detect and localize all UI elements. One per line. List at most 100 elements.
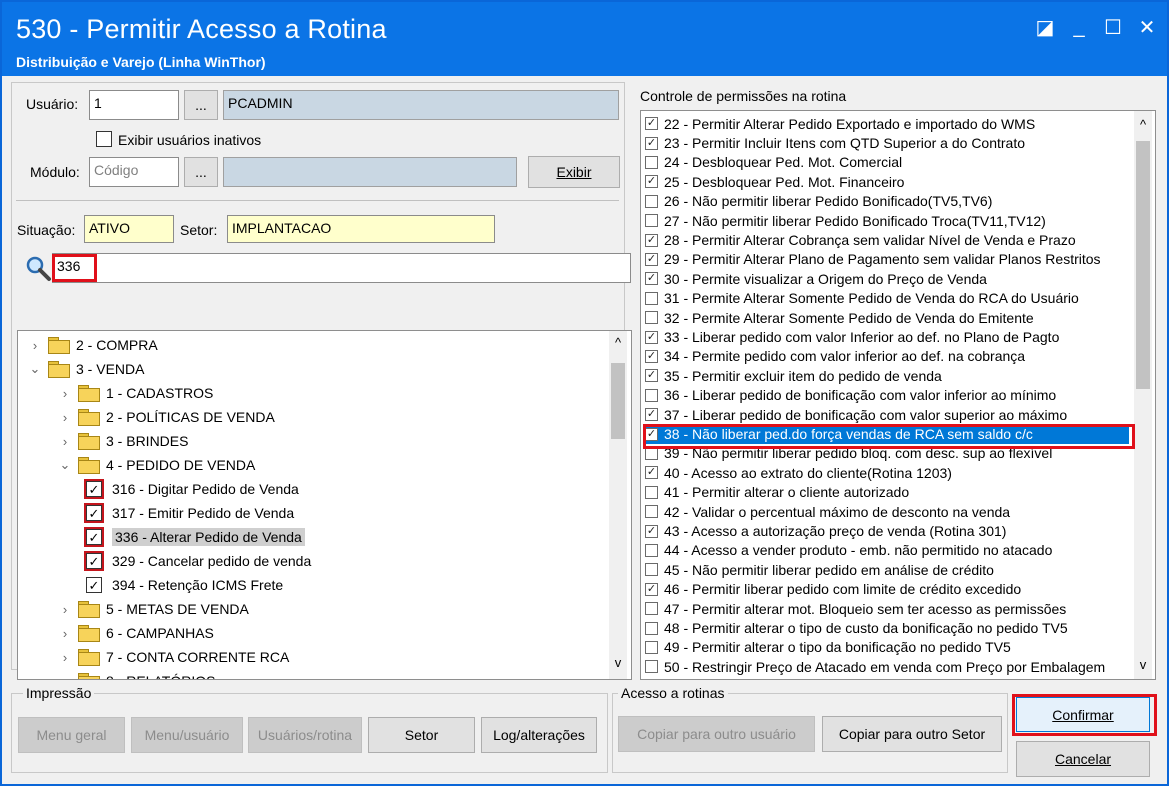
routine-checkbox[interactable]: ✓ xyxy=(84,503,104,523)
permission-checkbox[interactable]: ✓ xyxy=(645,408,658,422)
tree-routine[interactable]: ✓ 394 - Retenção ICMS Frete xyxy=(86,573,283,597)
tree-folder[interactable]: ⌄ 4 - PEDIDO DE VENDA xyxy=(56,453,255,477)
routine-checkbox[interactable]: ✓ xyxy=(86,577,102,593)
permission-item[interactable]: 36 - Liberar pedido de bonificação com v… xyxy=(645,386,1129,405)
permission-item[interactable]: 26 - Não permitir liberar Pedido Bonific… xyxy=(645,192,1129,211)
permission-item[interactable]: ✓ 46 - Permitir liberar pedido com limite… xyxy=(645,580,1129,599)
tree-folder[interactable]: › 2 - POLÍTICAS DE VENDA xyxy=(56,405,275,429)
permission-checkbox[interactable] xyxy=(645,485,658,499)
permission-checkbox[interactable]: ✓ xyxy=(645,349,658,363)
tree-folder[interactable]: ⌄ 3 - VENDA xyxy=(26,357,144,381)
permission-checkbox[interactable] xyxy=(645,640,658,654)
permission-checkbox[interactable] xyxy=(645,214,658,228)
permission-checkbox[interactable] xyxy=(645,194,658,208)
chevron-right-icon[interactable]: › xyxy=(56,674,74,680)
module-code-input[interactable]: Código xyxy=(89,157,179,187)
permission-item[interactable]: ✓ 35 - Permitir excluir item do pedido de… xyxy=(645,366,1129,385)
perm-scroll-up-icon[interactable]: ^ xyxy=(1134,117,1152,135)
tree-routine[interactable]: ✓ 336 - Alterar Pedido de Venda xyxy=(84,525,305,549)
permission-item[interactable]: ✓ 28 - Permitir Alterar Cobrança sem vali… xyxy=(645,230,1129,249)
permission-item[interactable]: 50 - Restringir Preço de Atacado em vend… xyxy=(645,657,1129,676)
permission-checkbox[interactable]: ✓ xyxy=(645,466,658,480)
permission-item[interactable]: 48 - Permitir alterar o tipo de custo da… xyxy=(645,618,1129,637)
permission-checkbox[interactable] xyxy=(645,543,658,557)
permission-item[interactable]: 31 - Permite Alterar Somente Pedido de V… xyxy=(645,289,1129,308)
chevron-down-icon[interactable]: ⌄ xyxy=(56,457,74,473)
chevron-right-icon[interactable]: › xyxy=(26,338,44,353)
permission-item[interactable]: 42 - Validar o percentual máximo de desc… xyxy=(645,502,1129,521)
cancel-button[interactable]: Cancelar xyxy=(1016,741,1150,777)
permission-checkbox[interactable]: ✓ xyxy=(645,233,658,247)
permission-item[interactable]: ✓ 43 - Acesso a autorização preço de vend… xyxy=(645,521,1129,540)
search-icon[interactable] xyxy=(24,254,52,282)
show-inactive-checkbox[interactable] xyxy=(96,131,112,147)
permission-checkbox[interactable]: ✓ xyxy=(645,272,658,286)
permission-item[interactable]: ✓ 25 - Desbloquear Ped. Mot. Financeiro xyxy=(645,172,1129,191)
tree-folder[interactable]: › 6 - CAMPANHAS xyxy=(56,621,214,645)
permission-item[interactable]: 47 - Permitir alterar mot. Bloqueio sem … xyxy=(645,599,1129,618)
scroll-up-icon[interactable]: ^ xyxy=(609,335,627,353)
permission-item[interactable]: 45 - Não permitir liberar pedido em anál… xyxy=(645,560,1129,579)
tree-folder[interactable]: › 8 - RELATÓRIOS xyxy=(56,669,215,680)
permission-checkbox[interactable] xyxy=(645,291,658,305)
close-button[interactable]: ✕ xyxy=(1130,12,1164,42)
user-browse-button[interactable]: ... xyxy=(184,90,218,120)
log-button[interactable]: Log/alterações xyxy=(481,717,597,753)
chevron-right-icon[interactable]: › xyxy=(56,410,74,425)
permission-checkbox[interactable] xyxy=(645,563,658,577)
permission-item[interactable]: ✓ 30 - Permite visualizar a Origem do Pre… xyxy=(645,269,1129,288)
chevron-right-icon[interactable]: › xyxy=(56,386,74,401)
permission-checkbox[interactable] xyxy=(645,660,658,674)
permission-item[interactable]: ✓ 22 - Permitir Alterar Pedido Exportado … xyxy=(645,114,1129,133)
search-input[interactable]: 336 xyxy=(52,253,631,283)
permission-item[interactable]: ✓ 33 - Liberar pedido com valor Inferior … xyxy=(645,327,1129,346)
permission-checkbox[interactable]: ✓ xyxy=(645,582,658,596)
permission-item[interactable]: ✓ 40 - Acesso ao extrato do cliente(Rotin… xyxy=(645,463,1129,482)
permission-checkbox[interactable]: ✓ xyxy=(645,369,658,383)
permission-checkbox[interactable]: ✓ xyxy=(645,175,658,189)
permissions-scrollbar[interactable]: ^ v xyxy=(1134,111,1152,679)
permission-item[interactable]: 32 - Permite Alterar Somente Pedido de V… xyxy=(645,308,1129,327)
tree-scrollbar[interactable]: ^ v xyxy=(609,331,627,679)
user-code-input[interactable]: 1 xyxy=(89,90,179,120)
permissions-list[interactable]: ✓ 22 - Permitir Alterar Pedido Exportado … xyxy=(640,110,1156,680)
tree-folder[interactable]: › 7 - CONTA CORRENTE RCA xyxy=(56,645,289,669)
routine-checkbox[interactable]: ✓ xyxy=(84,527,104,547)
tree-folder[interactable]: › 5 - METAS DE VENDA xyxy=(56,597,249,621)
permission-checkbox[interactable]: ✓ xyxy=(645,524,658,538)
chevron-right-icon[interactable]: › xyxy=(56,626,74,641)
chevron-right-icon[interactable]: › xyxy=(56,650,74,665)
chevron-right-icon[interactable]: › xyxy=(56,434,74,449)
routine-tree[interactable]: › 2 - COMPRA ⌄ 3 - VENDA › 1 - CADASTROS › 2 - … xyxy=(17,330,632,680)
permission-checkbox[interactable] xyxy=(645,602,658,616)
maximize-button[interactable]: ☐ xyxy=(1096,12,1130,42)
tree-routine[interactable]: ✓ 316 - Digitar Pedido de Venda xyxy=(84,477,299,501)
module-browse-button[interactable]: ... xyxy=(184,157,218,187)
routine-checkbox[interactable]: ✓ xyxy=(84,479,104,499)
tree-scroll-thumb[interactable] xyxy=(611,363,625,439)
show-module-button[interactable]: Exibir xyxy=(528,156,620,188)
minimize-button[interactable]: _ xyxy=(1062,12,1096,42)
chevron-down-icon[interactable]: ⌄ xyxy=(26,361,44,377)
permission-item[interactable]: ✓ 23 - Permitir Incluir Itens com QTD Sup… xyxy=(645,133,1129,152)
permission-checkbox[interactable] xyxy=(645,311,658,325)
routine-checkbox[interactable]: ✓ xyxy=(84,551,104,571)
permission-item[interactable]: 24 - Desbloquear Ped. Mot. Comercial xyxy=(645,153,1129,172)
perm-scroll-down-icon[interactable]: v xyxy=(1134,657,1152,675)
restore-icon[interactable]: ◪ xyxy=(1028,12,1062,42)
permission-item[interactable]: 44 - Acesso a vender produto - emb. não … xyxy=(645,541,1129,560)
permission-checkbox[interactable] xyxy=(645,505,658,519)
permission-checkbox[interactable]: ✓ xyxy=(645,117,658,131)
permission-item[interactable]: 41 - Permitir alterar o cliente autoriza… xyxy=(645,483,1129,502)
permission-item[interactable]: 27 - Não permitir liberar Pedido Bonific… xyxy=(645,211,1129,230)
permission-checkbox[interactable] xyxy=(645,388,658,402)
permission-checkbox[interactable]: ✓ xyxy=(645,252,658,266)
permission-checkbox[interactable]: ✓ xyxy=(645,136,658,150)
permission-checkbox[interactable] xyxy=(645,621,658,635)
tree-folder[interactable]: › 3 - BRINDES xyxy=(56,429,188,453)
chevron-right-icon[interactable]: › xyxy=(56,602,74,617)
perm-scroll-thumb[interactable] xyxy=(1136,141,1150,389)
permission-checkbox[interactable]: ✓ xyxy=(645,330,658,344)
setor-button[interactable]: Setor xyxy=(368,717,475,753)
permission-checkbox[interactable] xyxy=(645,155,658,169)
